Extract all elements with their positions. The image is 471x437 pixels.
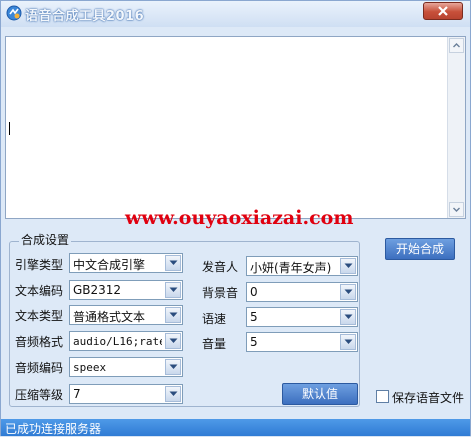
arrow-down-icon	[453, 207, 460, 212]
dropdown-button[interactable]	[165, 282, 181, 298]
status-bar: 已成功连接服务器	[1, 419, 470, 436]
dropdown-button[interactable]	[165, 307, 181, 323]
arrow-up-icon	[453, 43, 460, 48]
close-button[interactable]	[423, 2, 463, 20]
audio-codec-select[interactable]: speex	[69, 357, 183, 377]
chevron-down-icon	[169, 287, 178, 292]
group-title: 合成设置	[19, 231, 72, 248]
default-values-button[interactable]: 默认值	[282, 383, 358, 405]
bg-sound-select[interactable]: 0	[246, 282, 358, 302]
audio-codec-value: speex	[73, 361, 107, 374]
text-caret	[9, 122, 10, 135]
encoding-value: GB2312	[73, 283, 122, 297]
save-audio-checkbox[interactable]	[376, 390, 389, 403]
bg-sound-label: 背景音	[202, 286, 239, 300]
app-window: 语音合成工具2016 www.ouyaoxiazai.com 合成设置 引擎类型…	[0, 0, 471, 436]
dropdown-button[interactable]	[165, 359, 181, 375]
chevron-down-icon	[169, 391, 178, 396]
window-title: 语音合成工具2016	[25, 9, 145, 24]
bg-sound-value: 0	[250, 285, 258, 299]
speaker-value: 小妍(青年女声)	[250, 261, 332, 275]
volume-label: 音量	[202, 337, 227, 351]
chevron-down-icon	[344, 314, 353, 319]
dropdown-button[interactable]	[165, 255, 181, 271]
volume-select[interactable]: 5	[246, 332, 358, 352]
chevron-down-icon	[169, 312, 178, 317]
scroll-down-button[interactable]	[449, 202, 464, 217]
speed-value: 5	[250, 310, 258, 324]
text-type-value: 普通格式文本	[73, 310, 146, 324]
dropdown-button[interactable]	[165, 386, 181, 402]
engine-select[interactable]: 中文合成引擎	[69, 253, 183, 273]
chevron-down-icon	[344, 289, 353, 294]
watermark-text: www.ouyaoxiazai.com	[125, 207, 354, 229]
text-type-select[interactable]: 普通格式文本	[69, 305, 183, 325]
speaker-label: 发音人	[202, 260, 239, 274]
compression-value: 7	[73, 387, 81, 401]
chevron-down-icon	[169, 338, 178, 343]
engine-value: 中文合成引擎	[73, 258, 146, 272]
speed-label: 语速	[202, 312, 227, 326]
status-text: 已成功连接服务器	[5, 422, 102, 436]
text-input-area[interactable]	[5, 36, 466, 219]
chevron-down-icon	[169, 364, 178, 369]
dropdown-button[interactable]	[340, 334, 356, 350]
engine-label: 引擎类型	[15, 258, 64, 272]
title-bar[interactable]: 语音合成工具2016	[1, 1, 470, 27]
audio-format-value: audio/L16;rate=	[73, 335, 162, 348]
encoding-select[interactable]: GB2312	[69, 280, 183, 300]
close-icon	[438, 6, 448, 16]
audio-format-select[interactable]: audio/L16;rate=	[69, 331, 183, 351]
scroll-up-button[interactable]	[449, 38, 464, 53]
audio-codec-label: 音频编码	[15, 361, 64, 375]
speed-select[interactable]: 5	[246, 307, 358, 327]
dropdown-button[interactable]	[340, 309, 356, 325]
chevron-down-icon	[344, 263, 353, 268]
volume-value: 5	[250, 335, 258, 349]
start-synthesis-button[interactable]: 开始合成	[385, 238, 455, 260]
compression-label: 压缩等级	[15, 388, 64, 402]
save-audio-label[interactable]: 保存语音文件	[392, 389, 464, 406]
dropdown-button[interactable]	[165, 333, 181, 349]
text-type-label: 文本类型	[15, 309, 64, 323]
chevron-down-icon	[344, 339, 353, 344]
vertical-scrollbar[interactable]	[447, 37, 465, 218]
audio-format-label: 音频格式	[15, 335, 64, 349]
compression-select[interactable]: 7	[69, 384, 183, 404]
app-icon	[6, 5, 22, 21]
encoding-label: 文本编码	[15, 284, 64, 298]
chevron-down-icon	[169, 260, 178, 265]
dropdown-button[interactable]	[340, 284, 356, 300]
speaker-select[interactable]: 小妍(青年女声)	[246, 256, 358, 276]
dropdown-button[interactable]	[340, 258, 356, 274]
